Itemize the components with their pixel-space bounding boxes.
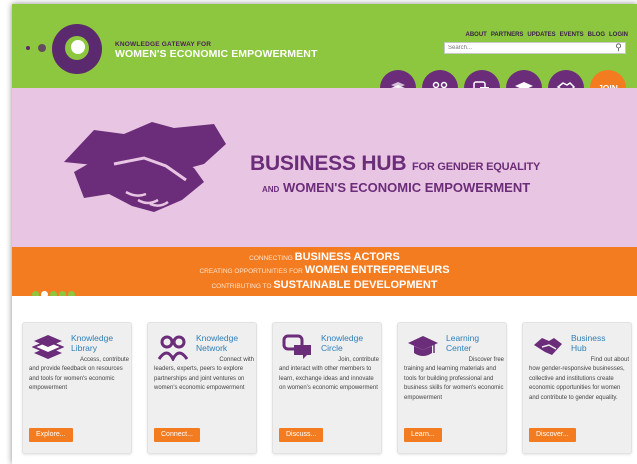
card-title-line[interactable]: Knowledge (71, 333, 113, 343)
card-knowledge-library: Knowledge Library Access, contribute and … (22, 322, 132, 454)
nav-events[interactable]: EVENTS (560, 32, 584, 38)
hero-title: BUSINESS HUB FOR GENDER EQUALITY (250, 152, 541, 175)
card-description: Connect with leaders, experts, peers to e… (154, 357, 254, 392)
card-learning-center: Learning Center Discover free training an… (397, 322, 507, 454)
top-nav: ABOUT PARTNERS UPDATES EVENTS BLOG LOGIN (466, 32, 629, 38)
card-knowledge-network: Knowledge Network Connect with leaders, e… (147, 322, 257, 454)
card-title-line[interactable]: Library (71, 343, 97, 353)
discover-button[interactable]: Discover... (529, 428, 576, 442)
decor-dot (38, 44, 46, 52)
nav-blog[interactable]: BLOG (588, 32, 605, 38)
tagline-line: CREATING OPPORTUNITIES FOR WOMEN ENTREPR… (199, 264, 450, 276)
card-description: Find out about how gender-responsive busi… (529, 357, 629, 401)
search-box: ⚲ (444, 42, 626, 54)
tagline-line: CONTRIBUTING TO SUSTAINABLE DEVELOPMENT (211, 279, 438, 291)
orange-tagline-band: CONNECTING BUSINESS ACTORS CREATING OPPO… (12, 247, 637, 296)
card-title-line[interactable]: Knowledge (196, 333, 238, 343)
explore-button[interactable]: Explore... (29, 428, 73, 442)
brand-name[interactable]: WOMEN'S ECONOMIC EMPOWERMENT (115, 48, 317, 60)
nav-about[interactable]: ABOUT (466, 32, 487, 38)
card-description: Join, contribute and interact with other … (279, 357, 379, 392)
logo-icon[interactable] (52, 24, 102, 74)
learn-button[interactable]: Learn... (404, 428, 442, 442)
discuss-button[interactable]: Discuss... (279, 428, 324, 442)
connect-button[interactable]: Connect... (154, 428, 200, 442)
handshake-illustration-icon (64, 122, 226, 212)
card-title-line[interactable]: Center (446, 343, 472, 353)
tagline-line: CONNECTING BUSINESS ACTORS (249, 251, 400, 263)
card-title-line[interactable]: Knowledge (321, 333, 363, 343)
nav-login[interactable]: LOGIN (609, 32, 628, 38)
card-title-line[interactable]: Circle (321, 343, 343, 353)
decor-dot (26, 46, 30, 50)
search-input[interactable] (448, 43, 608, 53)
card-title-line[interactable]: Hub (571, 343, 587, 353)
card-title-line[interactable]: Learning (446, 333, 479, 343)
hero-subtitle: AND WOMEN'S ECONOMIC EMPOWERMENT (262, 180, 531, 195)
nav-partners[interactable]: PARTNERS (491, 32, 524, 38)
card-title-line[interactable]: Network (196, 343, 227, 353)
card-title-line[interactable]: Business (571, 333, 606, 343)
brand-tagline: KNOWLEDGE GATEWAY FOR (115, 41, 212, 48)
site-header: KNOWLEDGE GATEWAY FOR WOMEN'S ECONOMIC E… (12, 4, 637, 88)
card-knowledge-circle: Knowledge Circle Join, contribute and int… (272, 322, 382, 454)
card-description: Access, contribute and provide feedback o… (29, 357, 129, 392)
card-description: Discover free training and learning mater… (404, 357, 504, 401)
search-icon[interactable]: ⚲ (613, 42, 624, 53)
card-business-hub: Business Hub Find out about how gender-re… (522, 322, 632, 454)
page: KNOWLEDGE GATEWAY FOR WOMEN'S ECONOMIC E… (12, 4, 637, 464)
hero-banner: BUSINESS HUB FOR GENDER EQUALITY AND WOM… (12, 88, 637, 298)
feature-cards: Knowledge Library Access, contribute and … (12, 296, 637, 464)
nav-updates[interactable]: UPDATES (527, 32, 555, 38)
